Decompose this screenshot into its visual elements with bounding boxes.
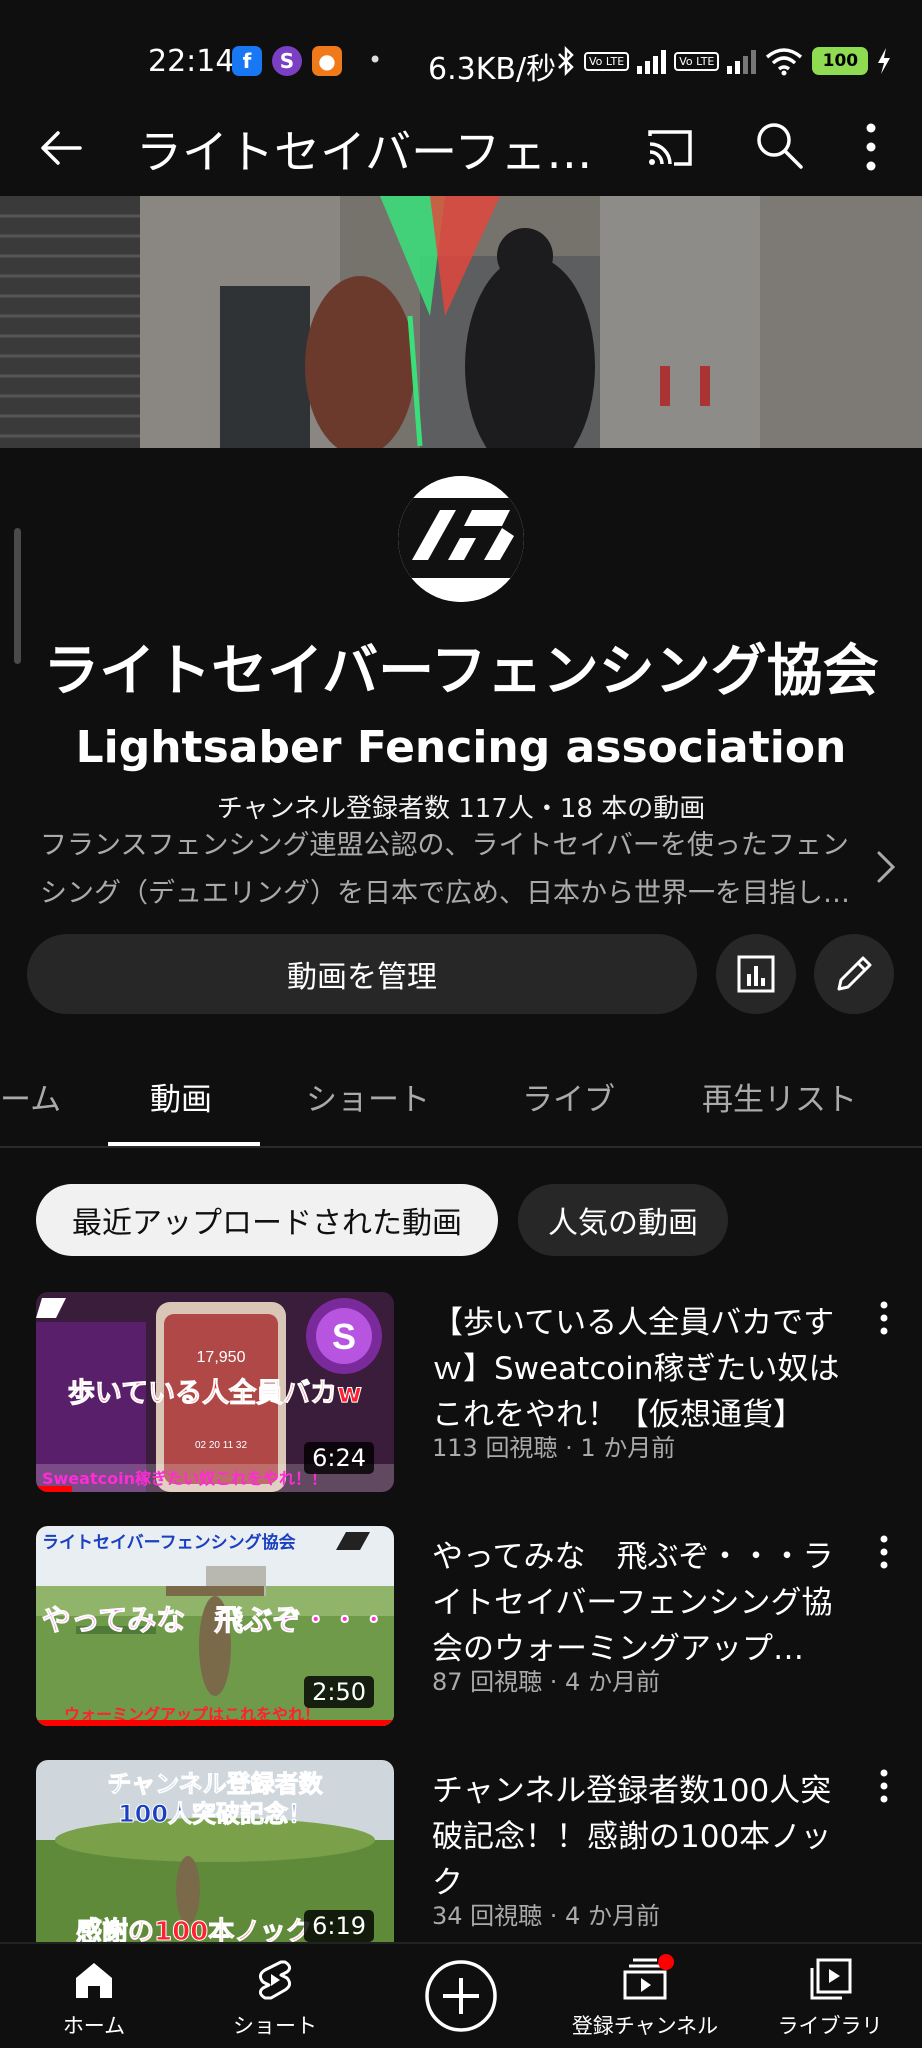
tab-home[interactable]: ーム [0,1074,61,1119]
nav-shorts[interactable]: ショート [220,1944,330,2048]
channel-banner [0,196,922,448]
nav-subscriptions-label: 登録チャンネル [571,2014,719,2038]
status-time: 22:14 [148,44,235,79]
chip-popular[interactable]: 人気の動画 [518,1184,728,1256]
add-icon [425,1960,497,2032]
thumb-header: ライトセイバーフェンシング協会 [42,1532,296,1553]
nav-subscriptions[interactable]: 登録チャンネル [560,1944,730,2048]
channel-avatar[interactable] [398,476,524,602]
analytics-button[interactable] [716,934,796,1014]
channel-description[interactable]: フランスフェンシング連盟公認の、ライトセイバーを使ったフェンシング（デュエリング… [40,822,850,918]
video-more-icon[interactable] [878,1768,890,1804]
system-icons: Vo LTE Vo LTE 100 [556,46,892,76]
sweatcoin-icon: S [272,46,302,76]
signal-icon-2 [727,48,757,74]
video-duration: 6:19 [304,1910,374,1942]
nav-home-label: ホーム [62,2014,126,2038]
chip-recent-uploads[interactable]: 最近アップロードされた動画 [36,1184,498,1256]
home-icon [76,1963,112,1998]
charging-icon [878,48,891,74]
notification-icons: f S ● [232,46,342,76]
thumb-caption: 歩いている人全員バカw [68,1377,362,1409]
tab-live[interactable]: ライブ [522,1074,615,1119]
video-meta: 34 回視聴 · 4 か月前 [432,1902,660,1930]
manage-videos-button[interactable]: 動画を管理 [27,934,697,1014]
create-button[interactable] [418,1944,504,2048]
nav-library[interactable]: ライブラリ [770,1944,890,2048]
thumb-step-time: 02 20 11 32 [195,1440,248,1451]
thumb-sweatcoin-logo: S [332,1316,356,1357]
thumb-line2: 100人突破記念！ [118,1800,312,1828]
video-item[interactable]: ライトセイバーフェンシング協会 やってみな 飛ぶぞ・・・ ウォーミングアップはこ… [0,1526,922,1726]
video-more-icon[interactable] [878,1300,890,1336]
notification-dot [658,1954,674,1970]
more-vert-icon[interactable] [856,118,886,176]
thumb-step-count: 17,950 [197,1349,246,1366]
library-icon [810,1958,852,2000]
volte-icon: Vo LTE [584,51,630,71]
bluetooth-icon [558,46,574,76]
facebook-icon: f [232,46,262,76]
video-item[interactable]: 17,950 02 20 11 32 S 歩いている人全員バカw Sweatco… [0,1292,922,1492]
video-item[interactable]: チャンネル登録者数 100人突破記念！ 感謝の100本ノック 6:19 チャンネ… [0,1760,922,1960]
video-thumbnail[interactable]: 17,950 02 20 11 32 S 歩いている人全員バカw Sweatco… [36,1292,394,1492]
chevron-right-icon[interactable] [874,850,898,884]
wifi-icon [766,48,803,76]
edit-channel-button[interactable] [814,934,894,1014]
video-duration: 6:24 [304,1442,374,1474]
nav-shorts-label: ショート [233,2014,317,2038]
video-title[interactable]: チャンネル登録者数100人突破記念！！感謝の100本ノック [432,1768,842,1906]
channel-logo-icon [398,476,524,602]
search-icon[interactable] [752,118,806,172]
tab-shorts[interactable]: ショート [306,1074,430,1119]
video-thumbnail[interactable]: チャンネル登録者数 100人突破記念！ 感謝の100本ノック 6:19 [36,1760,394,1960]
volte-icon-2: Vo LTE [674,51,720,71]
shorts-icon [258,1960,292,2000]
cast-icon[interactable] [644,122,696,174]
nav-home[interactable]: ホーム [40,1944,148,2048]
channel-english-name: Lightsaber Fencing association [75,722,847,773]
app-notification-icon: ● [312,46,342,76]
channel-name: ライトセイバーフェンシング協会 [43,639,879,704]
top-app-bar: ライトセイバーフェ… [0,100,922,196]
thumb-line1: チャンネル登録者数 [107,1770,323,1798]
thumb-caption: やってみな 飛ぶぞ・・・ [42,1603,389,1637]
nav-library-label: ライブラリ [777,2014,883,2038]
video-title[interactable]: やってみな 飛ぶぞ・・・ライトセイバーフェンシング協会のウォーミングアップ… [432,1534,842,1672]
channel-tabs: ーム 動画 ショート ライブ 再生リスト [0,1056,922,1148]
pencil-icon [837,956,872,991]
tab-videos[interactable]: 動画 [150,1074,212,1119]
video-meta: 87 回視聴 · 4 か月前 [432,1668,660,1696]
tab-playlists[interactable]: 再生リスト [702,1074,857,1119]
signal-icon [637,48,667,74]
page-title: ライトセイバーフェ… [136,125,593,179]
video-duration: 2:50 [304,1676,374,1708]
video-more-icon[interactable] [878,1534,890,1570]
bottom-navigation: ホーム ショート 登録チャンネル ライブラリ [0,1942,922,2048]
active-tab-indicator [108,1142,260,1146]
video-title[interactable]: 【歩いている人全員バカですｗ】Sweatcoin稼ぎたい奴はこれをやれ！【仮想通… [432,1300,842,1438]
analytics-icon [737,955,775,993]
more-notifications-dot: • [368,46,383,74]
network-speed: 6.3KB/秒 [428,52,557,87]
channel-stats: チャンネル登録者数 117人・18 本の動画 [216,794,706,824]
battery-icon: 100 [812,47,869,75]
video-thumbnail[interactable]: ライトセイバーフェンシング協会 やってみな 飛ぶぞ・・・ ウォーミングアップはこ… [36,1526,394,1726]
thumb-subcaption: Sweatcoin稼ぎたい奴これをやれ！！ [42,1469,327,1488]
video-meta: 113 回視聴 · 1 か月前 [432,1434,676,1462]
back-arrow-icon[interactable] [36,122,88,174]
